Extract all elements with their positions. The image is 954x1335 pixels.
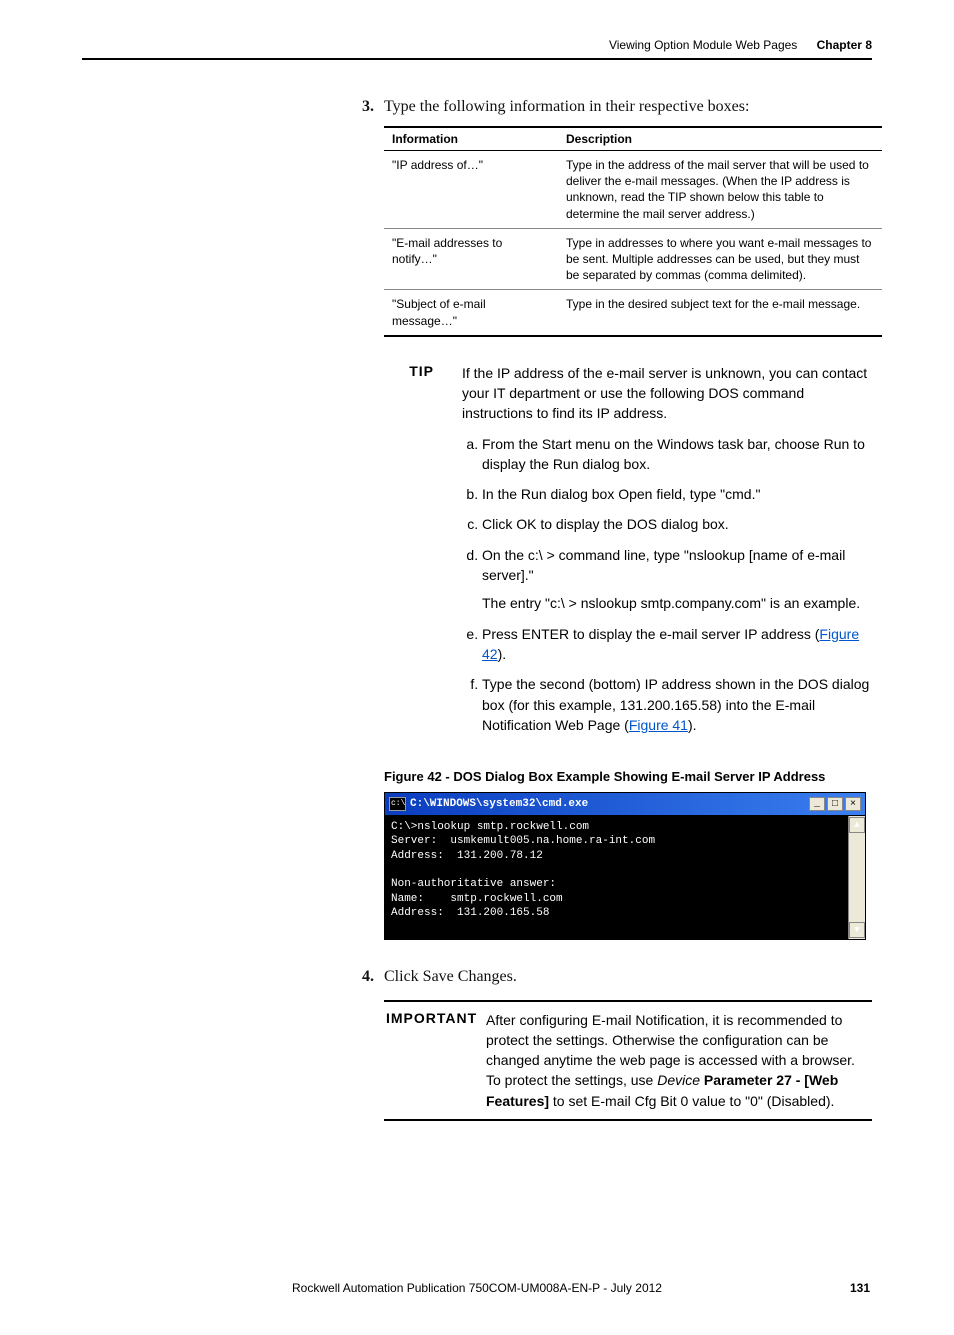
close-icon[interactable]: × [845,797,861,811]
tip-step-e: Press ENTER to display the e-mail server… [482,624,872,665]
tip-f-post: ). [688,717,697,733]
cell-info: "IP address of…" [384,151,558,229]
important-body: After configuring E-mail Notification, i… [486,1010,872,1111]
tip-d-text: On the c:\ > command line, type "nslooku… [482,547,845,583]
cell-desc: Type in the address of the mail server t… [558,151,882,229]
tip-block: TIP If the IP address of the e-mail serv… [384,363,872,745]
tip-intro: If the IP address of the e-mail server i… [462,363,872,424]
step-text: Click Save Changes. [384,968,517,986]
header-section: Viewing Option Module Web Pages [609,38,797,52]
step-number: 3. [362,98,384,116]
tip-step-d: On the c:\ > command line, type "nslooku… [482,545,872,614]
tip-e-pre: Press ENTER to display the e-mail server… [482,626,819,642]
important-post: to set E-mail Cfg Bit 0 value to "0" (Di… [549,1093,834,1109]
info-table: Information Description "IP address of…"… [384,126,882,337]
page-footer: Rockwell Automation Publication 750COM-U… [82,1281,872,1295]
dos-window: c:\ C:\WINDOWS\system32\cmd.exe _ □ × C:… [384,792,866,939]
scrollbar[interactable]: ▲ ▼ [848,816,865,938]
page-header: Viewing Option Module Web Pages Chapter … [82,38,872,60]
step-3: 3. Type the following information in the… [362,98,872,116]
table-row: "IP address of…" Type in the address of … [384,151,882,229]
maximize-icon[interactable]: □ [827,797,843,811]
important-label: IMPORTANT [384,1010,486,1111]
tip-step-c: Click OK to display the DOS dialog box. [482,514,872,534]
dos-output: C:\>nslookup smtp.rockwell.com Server: u… [385,816,848,938]
figure-41-link[interactable]: Figure 41 [629,717,688,733]
important-italic: Device [657,1072,704,1088]
publication-info: Rockwell Automation Publication 750COM-U… [124,1281,830,1295]
cell-desc: Type in the desired subject text for the… [558,290,882,336]
cell-desc: Type in addresses to where you want e-ma… [558,228,882,290]
tip-step-a: From the Start menu on the Windows task … [482,434,872,475]
tip-step-f: Type the second (bottom) IP address show… [482,674,872,735]
dos-title-text: C:\WINDOWS\system32\cmd.exe [410,798,809,810]
tip-step-b: In the Run dialog box Open field, type "… [482,484,872,504]
cell-info: "E-mail addresses to notify…" [384,228,558,290]
table-row: "Subject of e-mail message…" Type in the… [384,290,882,336]
step-4: 4. Click Save Changes. [362,968,872,986]
th-information: Information [384,127,558,151]
cell-info: "Subject of e-mail message…" [384,290,558,336]
important-block: IMPORTANT After configuring E-mail Notif… [384,1000,872,1121]
th-description: Description [558,127,882,151]
dos-titlebar: c:\ C:\WINDOWS\system32\cmd.exe _ □ × [385,793,865,816]
scroll-down-icon[interactable]: ▼ [849,922,865,938]
cmd-icon: c:\ [389,797,406,811]
tip-d-sub: The entry "c:\ > nslookup smtp.company.c… [482,593,872,613]
step-text: Type the following information in their … [384,98,749,116]
header-chapter: Chapter 8 [817,38,872,52]
scroll-up-icon[interactable]: ▲ [849,817,865,833]
tip-label: TIP [384,363,462,745]
page-number: 131 [830,1281,870,1295]
figure-caption: Figure 42 - DOS Dialog Box Example Showi… [384,769,872,784]
table-row: "E-mail addresses to notify…" Type in ad… [384,228,882,290]
minimize-icon[interactable]: _ [809,797,825,811]
tip-e-post: ). [498,646,507,662]
step-number: 4. [362,968,384,986]
